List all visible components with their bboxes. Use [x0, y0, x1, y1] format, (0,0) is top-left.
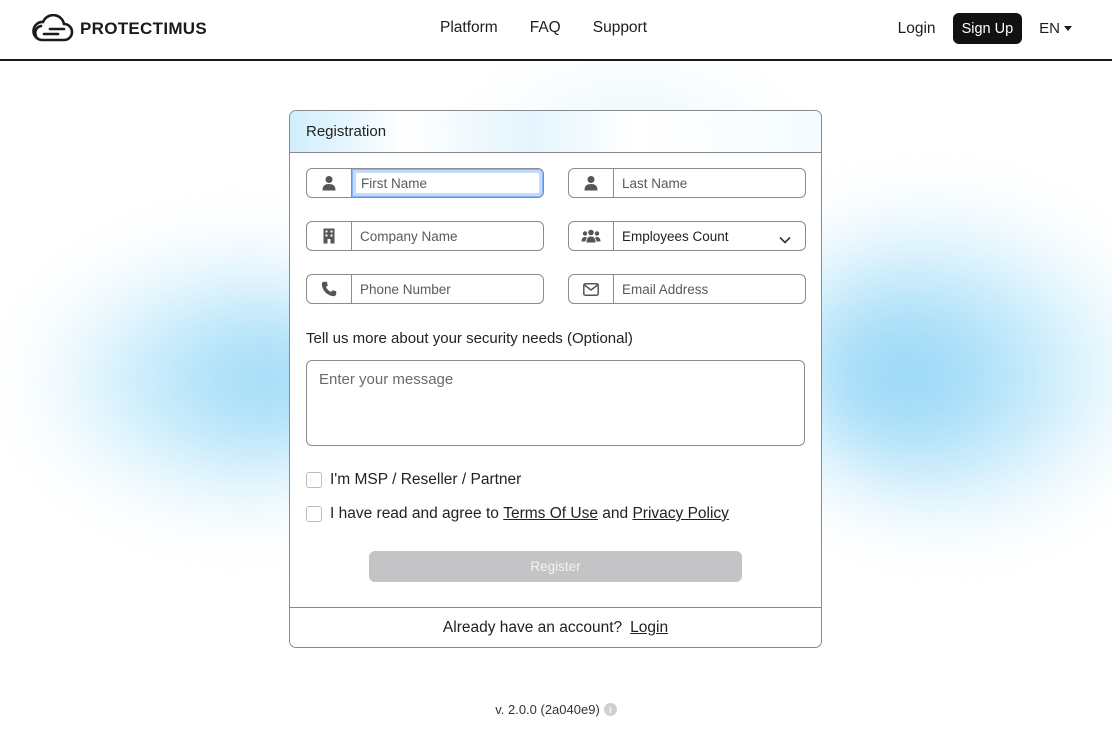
last-name-field[interactable]: Last Name: [568, 168, 806, 198]
terms-and: and: [602, 505, 629, 522]
message-label: Tell us more about your security needs (…: [306, 330, 633, 347]
language-selector[interactable]: EN: [1039, 20, 1072, 37]
signup-button[interactable]: Sign Up: [952, 13, 1023, 44]
users-icon: [569, 222, 614, 250]
background-glow-right: [780, 210, 1112, 510]
nav-faq[interactable]: FAQ: [530, 19, 561, 37]
msp-checkbox-row: I'm MSP / Reseller / Partner: [306, 471, 521, 489]
language-label: EN: [1039, 20, 1060, 37]
caret-down-icon: [1064, 26, 1072, 31]
msp-label: I'm MSP / Reseller / Partner: [330, 471, 522, 488]
logo[interactable]: PROTECTIMUS: [32, 14, 207, 44]
first-name-field[interactable]: First Name: [306, 168, 544, 198]
card-footer: Already have an account? Login: [290, 607, 821, 647]
employees-count-value: Employees Count: [622, 228, 729, 244]
terms-checkbox-row: I have read and agree to Terms Of Use an…: [306, 505, 729, 523]
terms-prefix: I have read and agree to: [330, 505, 499, 522]
company-name-input[interactable]: Company Name: [352, 222, 543, 250]
terms-checkbox[interactable]: [306, 506, 322, 522]
last-name-input[interactable]: Last Name: [614, 169, 805, 197]
footer-login-link[interactable]: Login: [630, 619, 668, 637]
first-name-input[interactable]: First Name: [352, 169, 543, 197]
top-navbar: PROTECTIMUS Platform FAQ Support Login S…: [0, 0, 1112, 61]
building-icon: [307, 222, 352, 250]
main-nav: Platform FAQ Support: [440, 19, 647, 37]
privacy-policy-link[interactable]: Privacy Policy: [632, 505, 728, 523]
user-icon: [569, 169, 614, 197]
envelope-icon: [569, 275, 614, 303]
registration-form: First Name Last Name Company Name Employ…: [290, 153, 821, 607]
message-textarea[interactable]: Enter your message: [306, 360, 805, 446]
email-address-input[interactable]: Email Address: [614, 275, 805, 303]
login-link[interactable]: Login: [898, 20, 936, 38]
user-icon: [307, 169, 352, 197]
phone-number-input[interactable]: Phone Number: [352, 275, 543, 303]
have-account-text: Already have an account?: [442, 619, 623, 636]
version-text: v. 2.0.0 (2a040e9): [495, 702, 600, 717]
chevron-down-icon: [779, 231, 791, 249]
nav-platform[interactable]: Platform: [440, 19, 498, 37]
company-name-field[interactable]: Company Name: [306, 221, 544, 251]
registration-card: Registration First Name Last Name Compan…: [289, 110, 822, 648]
account-nav: Login Sign Up EN: [898, 13, 1072, 44]
info-icon[interactable]: i: [603, 703, 617, 716]
terms-of-use-link[interactable]: Terms Of Use: [503, 505, 598, 523]
employees-count-select[interactable]: Employees Count: [568, 221, 806, 251]
cloud-logo-icon: [32, 14, 74, 42]
phone-icon: [307, 275, 352, 303]
msp-checkbox[interactable]: [306, 472, 322, 488]
email-address-field[interactable]: Email Address: [568, 274, 806, 304]
card-title: Registration: [290, 111, 821, 153]
nav-support[interactable]: Support: [593, 19, 647, 37]
phone-number-field[interactable]: Phone Number: [306, 274, 544, 304]
brand-name: PROTECTIMUS: [80, 19, 208, 38]
register-button[interactable]: Register: [369, 551, 742, 582]
version-info: v. 2.0.0 (2a040e9) i: [0, 702, 1112, 717]
